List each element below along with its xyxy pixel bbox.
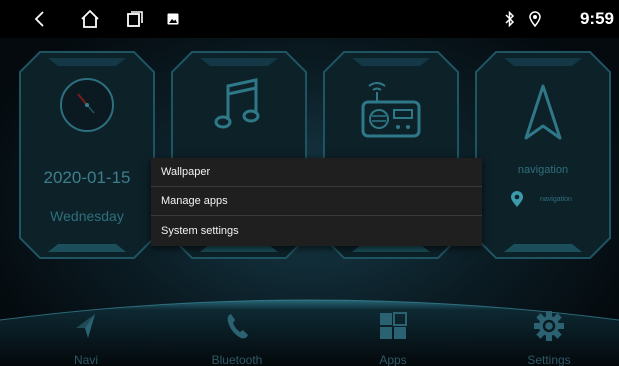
navigation-sublabel: navigation [540,196,572,203]
music-note-icon [214,78,260,129]
home-icon[interactable] [76,0,104,38]
apps-grid-icon [338,306,448,346]
dock-apps[interactable]: Apps [338,306,448,366]
radio-icon [361,82,421,138]
dock-navi[interactable]: Navi [31,306,141,366]
dock-label: Apps [379,353,407,366]
dock-settings[interactable]: Settings [494,306,604,366]
context-menu: Wallpaper Manage apps System settings [151,158,482,246]
location-icon [528,0,542,38]
navigation-arrow-icon [524,84,562,140]
navigation-widget[interactable]: navigation navigation [474,50,612,260]
status-time: 9:59 [579,9,614,28]
recent-apps-icon[interactable] [123,0,147,38]
bluetooth-icon [502,0,518,38]
launcher-screen: 9:59 2020-01-15 Wednesday navigation nav… [0,0,619,366]
back-icon[interactable] [30,0,50,38]
widget-date: 2020-01-15 [43,168,131,187]
gear-icon [494,306,604,346]
clock-widget[interactable]: 2020-01-15 Wednesday [18,50,156,260]
navi-arrow-icon [31,306,141,346]
navigation-label: navigation [517,164,569,176]
location-pin-icon [511,191,523,207]
widget-weekday: Wednesday [50,208,124,224]
menu-item-system-settings[interactable]: System settings [151,217,482,246]
status-bar: 9:59 [0,0,619,38]
image-notification-icon [163,0,183,38]
dock-label: Navi [73,353,98,366]
phone-icon [182,306,292,346]
dock-label: Bluetooth [211,353,263,366]
menu-item-manage-apps[interactable]: Manage apps [151,187,482,216]
dock-bluetooth[interactable]: Bluetooth [182,306,292,366]
dock-label: Settings [527,353,571,366]
analog-clock-icon [60,78,114,132]
menu-item-wallpaper[interactable]: Wallpaper [151,158,482,187]
